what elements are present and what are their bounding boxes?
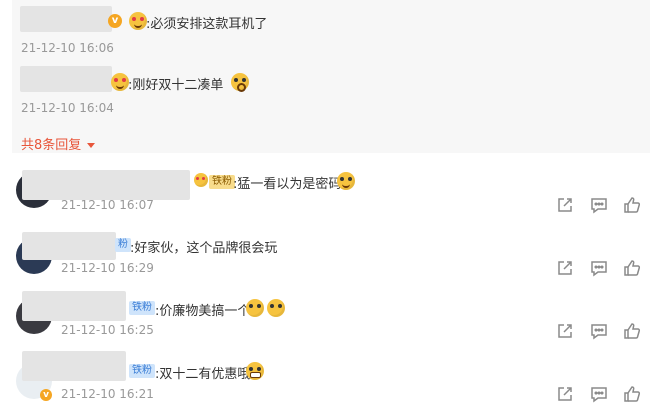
fan-badge: 粉: [115, 238, 131, 252]
comment-icon: [590, 198, 608, 218]
grinning-emoji-icon: [246, 362, 264, 380]
comment-username[interactable]: [22, 291, 126, 321]
kissing-emoji-icon: [267, 299, 285, 317]
more-replies-link[interactable]: 共8条回复: [21, 134, 96, 153]
sub-reply-username[interactable]: [20, 66, 112, 92]
thumbs-up-icon: [623, 386, 641, 407]
share-button[interactable]: [556, 322, 574, 340]
heart-eyes-emoji-icon: [129, 12, 147, 30]
comment-username[interactable]: [22, 351, 126, 381]
comment-text: :猛一看以为是密码: [233, 177, 342, 192]
sub-reply-username[interactable]: [20, 6, 112, 32]
thumbs-up-icon: [623, 323, 641, 344]
fan-badge: 铁粉: [129, 301, 155, 315]
verified-icon: v: [108, 14, 122, 28]
comment-time: 21-12-10 16:21: [61, 387, 154, 401]
sub-reply-time: 21-12-10 16:06: [21, 41, 114, 55]
thumbs-up-icon: [623, 197, 641, 218]
reply-button[interactable]: [590, 259, 608, 277]
comment-icon: [590, 387, 608, 407]
kissing-emoji-icon: [246, 299, 264, 317]
like-button[interactable]: [623, 259, 641, 277]
like-button[interactable]: [623, 322, 641, 340]
sub-reply-panel: v :必须安排这款耳机了 21-12-10 16:06 :刚好双十二凑单 21-…: [12, 0, 650, 153]
reply-button[interactable]: [590, 196, 608, 214]
comment-username[interactable]: [22, 170, 190, 200]
screaming-emoji-icon: [231, 73, 249, 92]
share-button[interactable]: [556, 196, 574, 214]
heart-eyes-emoji-icon: [111, 73, 129, 91]
comment-icon: [590, 261, 608, 281]
share-icon: [556, 261, 574, 281]
comment-text: :价廉物美搞一个: [155, 304, 251, 319]
like-button[interactable]: [623, 196, 641, 214]
comment-text: :双十二有优惠哦: [155, 367, 251, 382]
share-button[interactable]: [556, 259, 574, 277]
thumbs-up-icon: [623, 260, 641, 281]
share-button[interactable]: [556, 385, 574, 403]
comment-text: :好家伙，这个品牌很会玩: [130, 241, 278, 256]
reply-button[interactable]: [590, 322, 608, 340]
sub-reply-time: 21-12-10 16:04: [21, 101, 114, 115]
caret-down-icon: [87, 143, 96, 148]
comment-time: 21-12-10 16:25: [61, 323, 154, 337]
fan-badge: 铁粉: [209, 175, 235, 189]
share-icon: [556, 324, 574, 344]
more-replies-label: 共8条回复: [21, 138, 82, 153]
shocked-emoji-icon: [337, 172, 355, 190]
comment-icon: [590, 324, 608, 344]
share-icon: [556, 387, 574, 407]
reply-button[interactable]: [590, 385, 608, 403]
comment-time: 21-12-10 16:29: [61, 261, 154, 275]
share-icon: [556, 198, 574, 218]
fan-badge: 铁粉: [129, 364, 155, 378]
sub-reply-text: :必须安排这款耳机了: [146, 17, 268, 32]
sub-reply-text: :刚好双十二凑单: [128, 78, 224, 93]
verified-icon: v: [40, 389, 52, 401]
like-button[interactable]: [623, 385, 641, 403]
comment-username[interactable]: [22, 232, 116, 260]
comment-time: 21-12-10 16:07: [61, 198, 154, 212]
heart-eyes-emoji-icon: [194, 173, 208, 187]
